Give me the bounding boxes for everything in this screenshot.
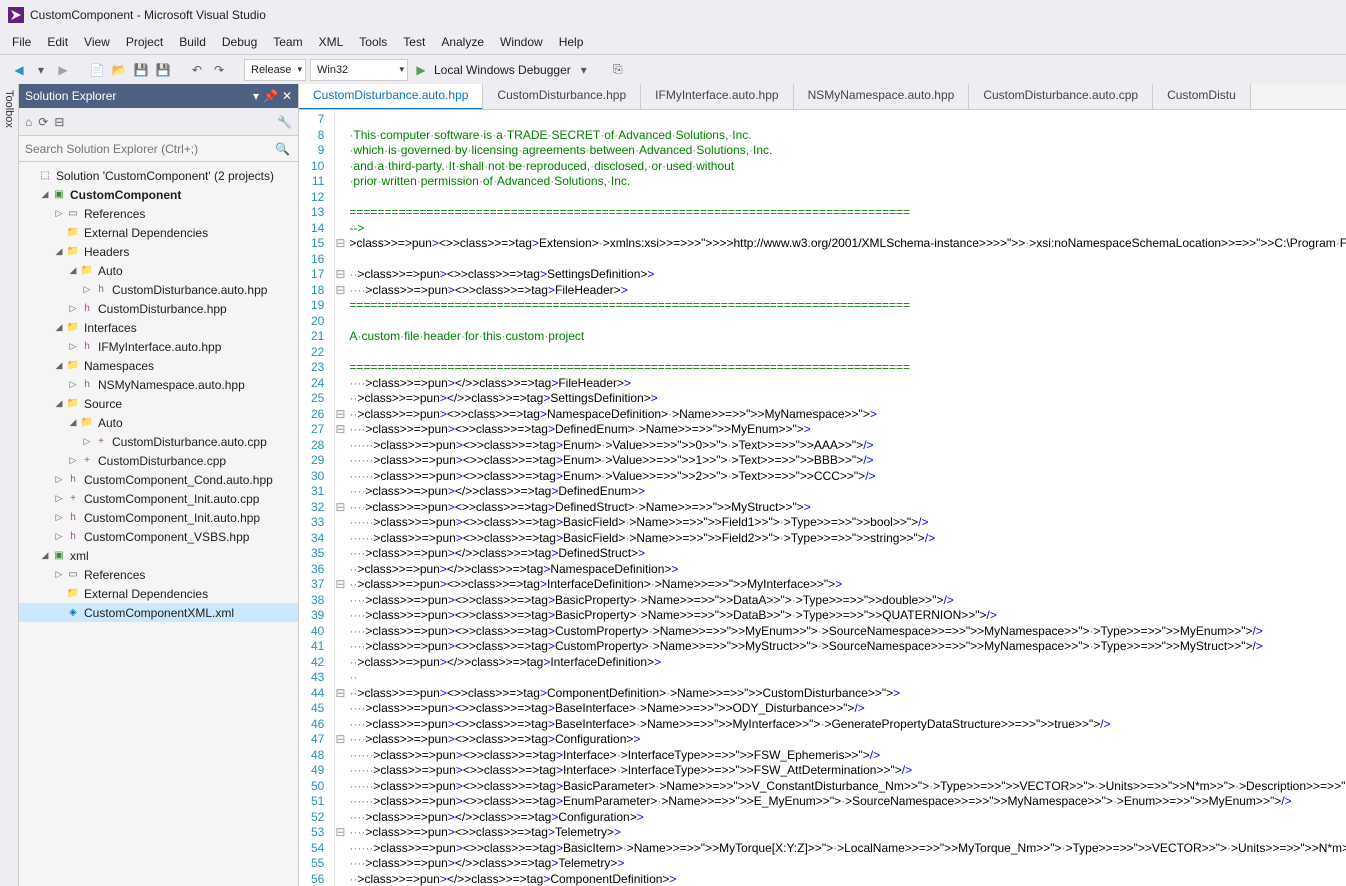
tree-row[interactable]: ◢📁Source [19, 394, 298, 413]
search-icon[interactable]: 🔍 [275, 142, 290, 156]
menu-build[interactable]: Build [171, 32, 214, 52]
editor-tab[interactable]: NSMyNamespace.auto.hpp [794, 84, 970, 109]
menu-test[interactable]: Test [395, 32, 433, 52]
menu-xml[interactable]: XML [311, 32, 352, 52]
close-icon[interactable]: ✕ [282, 89, 292, 103]
solution-title: Solution Explorer [25, 89, 116, 103]
editor-tab[interactable]: CustomDisturbance.hpp [483, 84, 641, 109]
solution-tree: ⬚Solution 'CustomComponent' (2 projects)… [19, 162, 298, 886]
editor-tabs: CustomDisturbance.auto.hppCustomDisturba… [299, 84, 1346, 110]
toolbox-tab[interactable]: Toolbox [0, 84, 19, 886]
config-dropdown[interactable]: Release [244, 59, 306, 81]
nav-back-icon[interactable]: ◀ [10, 61, 28, 79]
vs-logo-icon [8, 7, 24, 23]
properties-icon[interactable]: 🔧 [277, 115, 292, 129]
save-icon[interactable]: 💾 [132, 61, 150, 79]
line-gutter: 7891011121314151617181920212223242526272… [299, 110, 335, 886]
menu-file[interactable]: File [4, 32, 39, 52]
source-text[interactable]: ·This·computer·software·is·a·TRADE·SECRE… [345, 110, 1346, 886]
collapse-icon[interactable]: ⊟ [54, 115, 64, 129]
solution-toolbar: ⌂ ⟳ ⊟ 🔧 [19, 108, 298, 136]
editor-tab[interactable]: CustomDisturbance.auto.hpp [299, 84, 483, 110]
debugger-dropdown-icon[interactable]: ▾ [575, 61, 593, 79]
editor-tab[interactable]: CustomDistu [1153, 84, 1251, 109]
menu-tools[interactable]: Tools [351, 32, 395, 52]
tree-row[interactable]: ▷hCustomDisturbance.hpp [19, 299, 298, 318]
tree-row[interactable]: ▷hCustomComponent_VSBS.hpp [19, 527, 298, 546]
tree-row[interactable]: ▷▭References [19, 204, 298, 223]
tree-row[interactable]: ◢📁Interfaces [19, 318, 298, 337]
tree-row[interactable]: ◢▣xml [19, 546, 298, 565]
tree-row[interactable]: ▷+CustomDisturbance.auto.cpp [19, 432, 298, 451]
menu-debug[interactable]: Debug [214, 32, 265, 52]
editor-tab[interactable]: CustomDisturbance.auto.cpp [969, 84, 1153, 109]
tree-row[interactable]: ◢📁Auto [19, 261, 298, 280]
nav-dropdown-icon[interactable]: ▾ [32, 61, 50, 79]
menu-help[interactable]: Help [551, 32, 592, 52]
tree-row[interactable]: 📁External Dependencies [19, 584, 298, 603]
play-icon[interactable]: ▶ [412, 61, 430, 79]
undo-icon[interactable]: ↶ [188, 61, 206, 79]
search-input[interactable] [25, 142, 292, 156]
menu-window[interactable]: Window [492, 32, 551, 52]
code-editor: CustomDisturbance.auto.hppCustomDisturba… [299, 84, 1346, 886]
tree-row[interactable]: ▷▭References [19, 565, 298, 584]
solution-search[interactable]: 🔍 [19, 136, 298, 162]
main-toolbar: ◀ ▾ ▶ 📄 📂 💾 💾 ↶ ↷ Release Win32 ▶ Local … [0, 54, 1346, 84]
tree-row[interactable]: ◢📁Namespaces [19, 356, 298, 375]
menu-edit[interactable]: Edit [39, 32, 76, 52]
menu-bar: FileEditViewProjectBuildDebugTeamXMLTool… [0, 30, 1346, 54]
solution-explorer-header: Solution Explorer ▾ 📌 ✕ [19, 84, 298, 108]
tree-row[interactable]: ▷hCustomComponent_Cond.auto.hpp [19, 470, 298, 489]
open-icon[interactable]: 📂 [110, 61, 128, 79]
home-icon[interactable]: ⌂ [25, 115, 32, 129]
window-title: CustomComponent - Microsoft Visual Studi… [30, 8, 266, 22]
title-bar: CustomComponent - Microsoft Visual Studi… [0, 0, 1346, 30]
save-all-icon[interactable]: 💾 [154, 61, 172, 79]
tree-row[interactable]: ▷hIFMyInterface.auto.hpp [19, 337, 298, 356]
pin-icon[interactable]: 📌 [263, 89, 278, 103]
tree-row[interactable]: 📁External Dependencies [19, 223, 298, 242]
debugger-label[interactable]: Local Windows Debugger [434, 63, 571, 77]
menu-team[interactable]: Team [265, 32, 310, 52]
tree-row[interactable]: ▷hNSMyNamespace.auto.hpp [19, 375, 298, 394]
menu-view[interactable]: View [76, 32, 118, 52]
tree-row[interactable]: ▷hCustomComponent_Init.auto.hpp [19, 508, 298, 527]
tree-row[interactable]: ▷+CustomDisturbance.cpp [19, 451, 298, 470]
tree-row[interactable]: ▷+CustomComponent_Init.auto.cpp [19, 489, 298, 508]
menu-analyze[interactable]: Analyze [433, 32, 492, 52]
editor-tab[interactable]: IFMyInterface.auto.hpp [641, 84, 793, 109]
nav-forward-icon: ▶ [54, 61, 72, 79]
panel-menu-icon[interactable]: ▾ [253, 89, 259, 103]
toolbar-icon[interactable]: ⎘ [609, 61, 627, 79]
tree-row[interactable]: ◢▣CustomComponent [19, 185, 298, 204]
tree-row[interactable]: ◢📁Auto [19, 413, 298, 432]
refresh-icon[interactable]: ⟳ [38, 115, 48, 129]
tree-row[interactable]: ⬚Solution 'CustomComponent' (2 projects) [19, 166, 298, 185]
solution-explorer: Solution Explorer ▾ 📌 ✕ ⌂ ⟳ ⊟ 🔧 🔍 ⬚Solut… [19, 84, 299, 886]
tree-row[interactable]: ◢📁Headers [19, 242, 298, 261]
tree-row[interactable]: ◈CustomComponentXML.xml [19, 603, 298, 622]
fold-column[interactable]: ⊟⊟⊟⊟⊟⊟⊟⊟⊟⊟ [335, 110, 345, 886]
menu-project[interactable]: Project [118, 32, 171, 52]
tree-row[interactable]: ▷hCustomDisturbance.auto.hpp [19, 280, 298, 299]
platform-dropdown[interactable]: Win32 [310, 59, 408, 81]
new-item-icon[interactable]: 📄 [88, 61, 106, 79]
redo-icon[interactable]: ↷ [210, 61, 228, 79]
